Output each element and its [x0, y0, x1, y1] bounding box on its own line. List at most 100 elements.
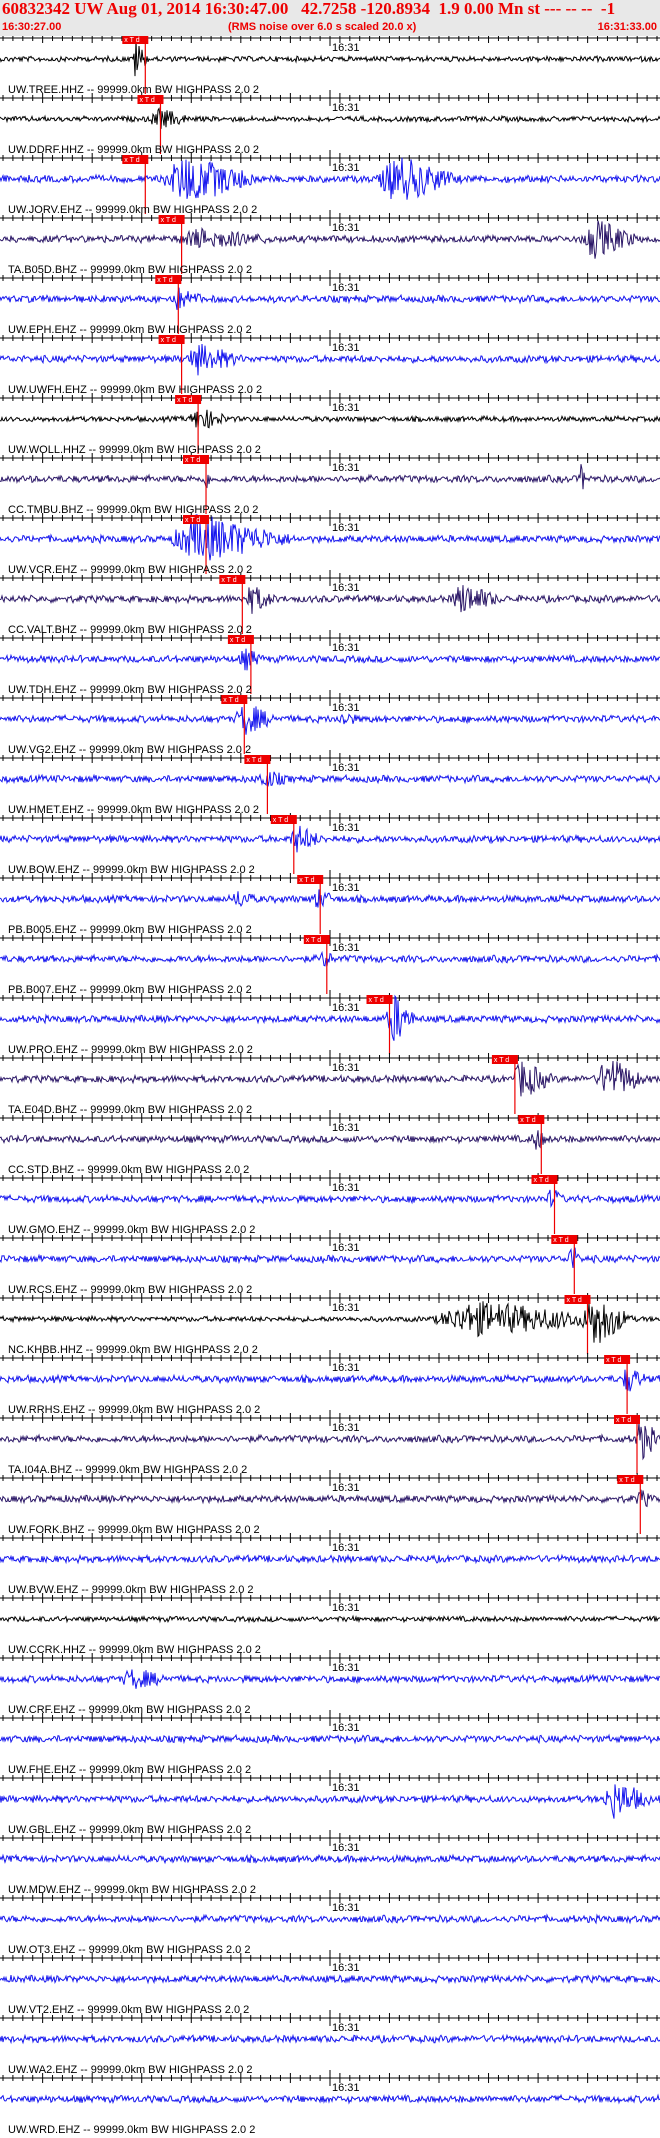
station-label: PB.B007.EHZ -- 99999.0km BW HIGHPASS 2.0…: [8, 984, 252, 996]
minute-label: 16:31: [332, 1662, 360, 1674]
minute-label: 16:31: [332, 642, 360, 654]
trace-uw-bvw-ehz: 16:31 UW.BVW.EHZ -- 99999.0km BW HIGHPASS…: [0, 1530, 660, 1596]
station-label: CC.VALT.BHZ -- 99999.0km BW HIGHPASS 2.0…: [8, 624, 252, 636]
station-label: UW.VT2.EHZ -- 99999.0km BW HIGHPASS 2.0 …: [8, 2004, 249, 2016]
minute-label: 16:31: [332, 762, 360, 774]
station-label: UW.FHE.EHZ -- 99999.0km BW HIGHPASS 2.0 …: [8, 1764, 251, 1776]
end-time-label: 16:31:33.00: [597, 21, 657, 33]
phase-pick-label: x T d: [223, 697, 238, 704]
station-label: UW.JORV.EHZ -- 99999.0km BW HIGHPASS 2.0…: [8, 204, 257, 216]
waveform: [0, 1784, 660, 1819]
waveform: [0, 1247, 660, 1268]
minute-label: 16:31: [332, 1122, 360, 1134]
minute-label: 16:31: [332, 582, 360, 594]
trace-uw-ot3-ehz: 16:31 UW.OT3.EHZ -- 99999.0km BW HIGHPASS…: [0, 1890, 660, 1956]
waveform: [0, 1130, 660, 1150]
trace-nc-khbb-hhz: 16:31 x T d NC.KHBB.HHZ -- 99999.0km BW HI…: [0, 1290, 660, 1356]
station-label: UW.DDRF.HHZ -- 99999.0km BW HIGHPASS 2.0…: [8, 144, 259, 156]
station-label: UW.VCR.EHZ -- 99999.0km BW HIGHPASS 2.0 …: [8, 564, 252, 576]
minute-label: 16:31: [332, 1722, 360, 1734]
waveform: [0, 409, 660, 429]
waveform: [0, 585, 660, 614]
trace-uw-ccrk-hhz: 16:31 UW.CCRK.HHZ -- 99999.0km BW HIGHPAS…: [0, 1590, 660, 1656]
phase-pick-label: x T d: [534, 1177, 549, 1184]
trace-uw-hmet-ehz: 16:31 x T d UW.HMET.EHZ -- 99999.0km BW HI…: [0, 750, 660, 816]
station-label: UW.TREE.HHZ -- 99999.0km BW HIGHPASS 2.0…: [8, 84, 259, 96]
minute-label: 16:31: [332, 222, 360, 234]
minute-label: 16:31: [332, 1002, 360, 1014]
minute-label: 16:31: [332, 2082, 360, 2094]
trace-cc-std-bhz: 16:31 x T d CC.STD.BHZ -- 99999.0km BW HIG…: [0, 1110, 660, 1176]
waveform: [0, 825, 660, 853]
trace-uw-ddrf-hhz: 16:31 x T d UW.DDRF.HHZ -- 99999.0km BW HI…: [0, 90, 660, 156]
minute-label: 16:31: [332, 522, 360, 534]
phase-pick-label: x T d: [616, 1417, 631, 1424]
station-label: UW.CCRK.HHZ -- 99999.0km BW HIGHPASS 2.0…: [8, 1644, 261, 1656]
station-label: UW.WOLL.HHZ -- 99999.0km BW HIGHPASS 2.0…: [8, 444, 261, 456]
trace-uw-fhe-ehz: 16:31 UW.FHE.EHZ -- 99999.0km BW HIGHPASS…: [0, 1710, 660, 1776]
noise-scaling-note: (RMS noise over 6.0 s scaled 20.0 x): [228, 21, 417, 33]
minute-label: 16:31: [332, 1242, 360, 1254]
waveform: [0, 950, 660, 967]
station-label: UW.EPH.EHZ -- 99999.0km BW HIGHPASS 2.0 …: [8, 324, 252, 336]
station-label: UW.GMO.EHZ -- 99999.0km BW HIGHPASS 2.0 …: [8, 1224, 255, 1236]
event-title: 60832342 UW Aug 01, 2014 16:30:47.00 42.…: [2, 0, 616, 18]
waveform: [0, 1733, 660, 1745]
trace-uw-jorv-ehz: 16:31 x T d UW.JORV.EHZ -- 99999.0km BW HI…: [0, 150, 660, 216]
minute-label: 16:31: [332, 342, 360, 354]
waveform: [0, 1853, 660, 1865]
minute-label: 16:31: [332, 42, 360, 54]
minute-label: 16:31: [332, 1182, 360, 1194]
minute-label: 16:31: [332, 1842, 360, 1854]
station-label: UW.GBL.EHZ -- 99999.0km BW HIGHPASS 2.0 …: [8, 1824, 251, 1836]
phase-pick-label: x T d: [161, 337, 176, 344]
minute-label: 16:31: [332, 2022, 360, 2034]
phase-pick-label: x T d: [124, 37, 139, 44]
waveform: [0, 1553, 660, 1565]
station-label: CC.STD.BHZ -- 99999.0km BW HIGHPASS 2.0 …: [8, 1164, 249, 1176]
station-label: UW.TDH.EHZ -- 99999.0km BW HIGHPASS 2.0 …: [8, 684, 252, 696]
waveform: [0, 107, 660, 129]
trace-uw-rcs-ehz: 16:31 x T d UW.RCS.EHZ -- 99999.0km BW HIG…: [0, 1230, 660, 1296]
phase-pick-label: x T d: [246, 757, 261, 764]
phase-pick-label: x T d: [369, 997, 384, 1004]
phase-pick-label: x T d: [567, 1297, 582, 1304]
trace-uw-tree-hhz: 16:31 x T d UW.TREE.HHZ -- 99999.0km BW HI…: [0, 36, 660, 96]
waveform: [0, 1913, 660, 1925]
phase-pick-label: x T d: [520, 1117, 535, 1124]
trace-uw-eph-ehz: 16:31 x T d UW.EPH.EHZ -- 99999.0km BW HIG…: [0, 270, 660, 336]
trace-uw-vg2-ehz: 16:31 x T d UW.VG2.EHZ -- 99999.0km BW HIG…: [0, 690, 660, 756]
waveform: [0, 464, 660, 490]
trace-uw-tdh-ehz: 16:31 x T d UW.TDH.EHZ -- 99999.0km BW HIG…: [0, 630, 660, 696]
minute-label: 16:31: [332, 822, 360, 834]
trace-uw-fork-bhz: 16:31 x T d UW.FORK.BHZ -- 99999.0km BW HI…: [0, 1470, 660, 1536]
trace-uw-wrd-ehz: 16:31 UW.WRD.EHZ -- 99999.0km BW HIGHPASS…: [0, 2070, 660, 2136]
trace-ta-i04a-bhz: 16:31 x T d TA.I04A.BHZ -- 99999.0km BW HI…: [0, 1410, 660, 1476]
trace-uw-bow-ehz: 16:31 x T d UW.BOW.EHZ -- 99999.0km BW HIG…: [0, 810, 660, 876]
station-label: UW.VG2.EHZ -- 99999.0km BW HIGHPASS 2.0 …: [8, 744, 251, 756]
waveform: [0, 1489, 660, 1508]
waveform: [0, 1060, 660, 1097]
waveform: [0, 2093, 660, 2105]
phase-pick-label: x T d: [553, 1237, 568, 1244]
minute-label: 16:31: [332, 1542, 360, 1554]
station-label: PB.B005.EHZ -- 99999.0km BW HIGHPASS 2.0…: [8, 924, 252, 936]
waveform: [0, 343, 660, 376]
waveform: [0, 771, 660, 787]
station-label: NC.KHBB.HHZ -- 99999.0km BW HIGHPASS 2.0…: [8, 1344, 258, 1356]
trace-uw-woll-hhz: 16:31 x T d UW.WOLL.HHZ -- 99999.0km BW HI…: [0, 390, 660, 456]
station-label: UW.WRD.EHZ -- 99999.0km BW HIGHPASS 2.0 …: [8, 2124, 255, 2136]
phase-pick-label: x T d: [230, 637, 245, 644]
station-label: UW.FORK.BHZ -- 99999.0km BW HIGHPASS 2.0…: [8, 1524, 260, 1536]
waveform: [0, 1422, 660, 1461]
minute-label: 16:31: [332, 162, 360, 174]
phase-pick-label: x T d: [606, 1357, 621, 1364]
minute-label: 16:31: [332, 102, 360, 114]
station-label: TA.B05D.BHZ -- 99999.0km BW HIGHPASS 2.0…: [8, 264, 252, 276]
phase-pick-label: x T d: [306, 937, 321, 944]
station-label: UW.MDW.EHZ -- 99999.0km BW HIGHPASS 2.0 …: [8, 1884, 256, 1896]
waveform: [0, 648, 660, 671]
phase-pick-label: x T d: [494, 1057, 509, 1064]
station-label: UW.BOW.EHZ -- 99999.0km BW HIGHPASS 2.0 …: [8, 864, 255, 876]
station-label: TA.E04D.BHZ -- 99999.0km BW HIGHPASS 2.0…: [8, 1104, 252, 1116]
